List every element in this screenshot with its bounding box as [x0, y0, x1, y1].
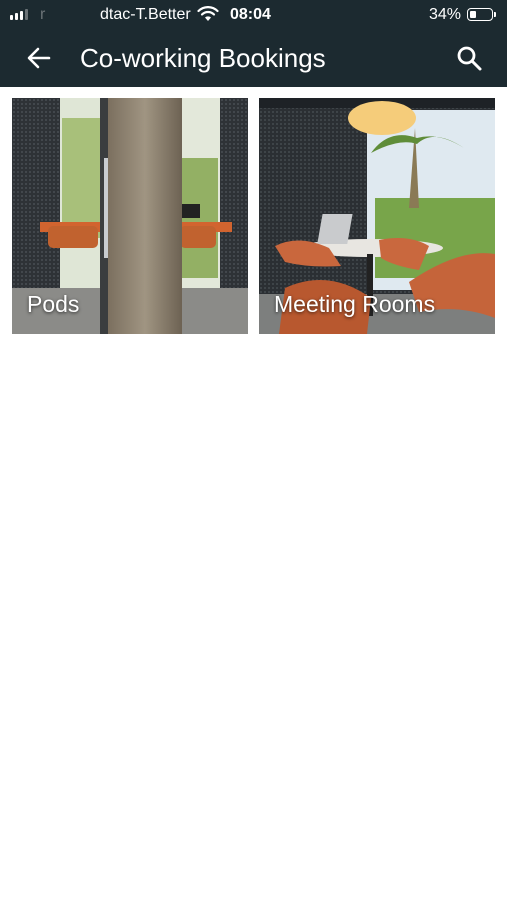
clock-time: 08:04 [230, 6, 271, 23]
category-tile-meeting-rooms[interactable]: Meeting Rooms [259, 98, 495, 334]
category-tile-pods[interactable]: Pods [12, 98, 248, 334]
carrier-name: dtac-T.Better [100, 6, 191, 23]
tile-label-meeting-rooms: Meeting Rooms [274, 291, 436, 317]
status-bar: r dtac-T.Better 08:04 34% [0, 0, 507, 30]
signal-icon [10, 9, 28, 20]
tile-label-pods: Pods [27, 291, 80, 317]
wifi-icon [197, 6, 219, 21]
battery-icon [467, 8, 496, 21]
carrier-faint: r [40, 6, 46, 23]
battery-percent: 34% [429, 6, 462, 23]
app-bar: Co-working Bookings [0, 30, 507, 87]
search-icon[interactable] [455, 44, 483, 72]
arrow-left-icon[interactable] [26, 45, 52, 71]
page-title: Co-working Bookings [80, 43, 326, 73]
